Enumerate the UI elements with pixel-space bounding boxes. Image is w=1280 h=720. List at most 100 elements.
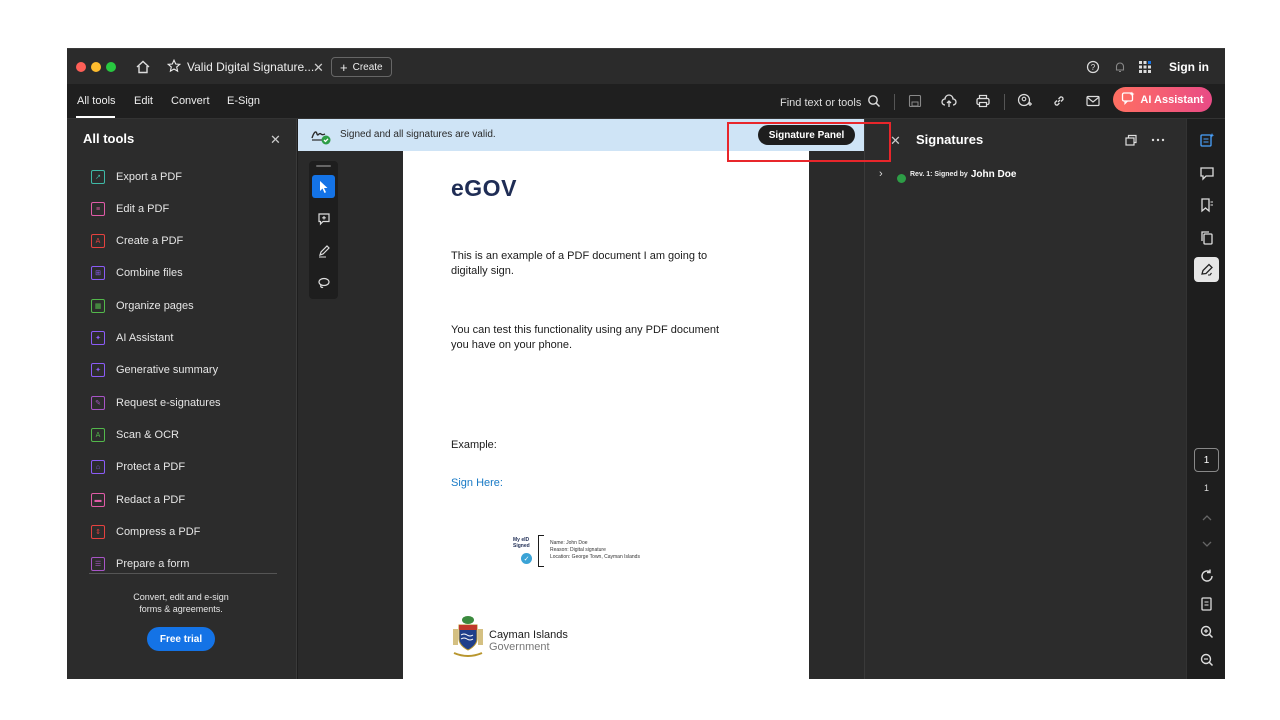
tool-create-pdf[interactable]: A Create a PDF xyxy=(91,231,183,251)
page-thumbnails-icon[interactable] xyxy=(1194,225,1219,250)
notification-bell-icon[interactable] xyxy=(1110,57,1130,77)
tool-request-esignatures[interactable]: ✎ Request e-signatures xyxy=(91,393,221,413)
signer-name: John Doe xyxy=(970,168,1017,180)
current-page-input[interactable]: 1 xyxy=(1194,448,1219,472)
chevron-right-icon[interactable]: › xyxy=(879,168,897,180)
zoom-in-icon[interactable] xyxy=(1194,619,1219,644)
lasso-icon[interactable] xyxy=(312,271,335,294)
page-up-icon[interactable] xyxy=(1194,505,1219,530)
tab-close-icon[interactable]: ✕ xyxy=(313,60,324,76)
signature-stamp[interactable]: My eID Signed ✓ Name: John Doe Reason: D… xyxy=(513,535,683,569)
save-icon[interactable] xyxy=(906,92,924,110)
cayman-government-logo: Cayman Islands Government xyxy=(451,615,611,663)
page-down-icon[interactable] xyxy=(1194,531,1219,556)
email-icon[interactable] xyxy=(1084,92,1102,110)
zoom-out-icon[interactable] xyxy=(1194,647,1219,672)
print-icon[interactable] xyxy=(974,92,992,110)
tool-protect-pdf[interactable]: ⌂ Protect a PDF xyxy=(91,457,185,477)
sign-in-link[interactable]: Sign in xyxy=(1169,60,1209,74)
prepare-form-icon: ☰ xyxy=(91,557,105,571)
draw-pen-icon[interactable] xyxy=(312,239,335,262)
tool-organize-pages[interactable]: ▦ Organize pages xyxy=(91,296,194,316)
rotate-icon[interactable] xyxy=(1194,563,1219,588)
plus-icon: + xyxy=(340,59,348,75)
close-window-button[interactable] xyxy=(76,62,86,72)
help-icon[interactable]: ? xyxy=(1083,57,1103,77)
create-tab-button[interactable]: + Create xyxy=(331,57,392,77)
toolbar-divider xyxy=(894,94,895,110)
tool-redact-pdf[interactable]: ▬ Redact a PDF xyxy=(91,490,185,510)
apps-grid-icon[interactable] xyxy=(1135,57,1155,77)
tool-label: Export a PDF xyxy=(116,171,183,183)
tool-generative-summary[interactable]: ✦ Generative summary xyxy=(91,360,218,380)
expand-all-icon[interactable] xyxy=(1122,131,1140,149)
signature-revision-row[interactable]: › Rev. 1: Signed by John Doe xyxy=(879,166,1017,183)
ai-summary-icon[interactable] xyxy=(1194,127,1219,152)
add-comment-icon[interactable] xyxy=(312,207,335,230)
sign-here-link[interactable]: Sign Here: xyxy=(451,477,503,489)
tool-label: Compress a PDF xyxy=(116,526,201,538)
panel-close-icon[interactable]: ✕ xyxy=(270,132,281,148)
tool-label: Combine files xyxy=(116,267,183,279)
comments-icon[interactable] xyxy=(1194,160,1219,185)
signatures-pen-icon[interactable] xyxy=(1194,257,1219,282)
acrobat-window: Valid Digital Signature... ✕ + Create ? … xyxy=(67,48,1225,679)
menu-convert[interactable]: Convert xyxy=(171,95,210,107)
fit-page-icon[interactable] xyxy=(1194,591,1219,616)
select-cursor-icon[interactable] xyxy=(312,175,335,198)
find-tools-button[interactable]: Find text or tools xyxy=(780,94,881,111)
coat-of-arms-icon xyxy=(451,615,485,659)
tool-scan-ocr[interactable]: A Scan & OCR xyxy=(91,425,179,445)
minimize-window-button[interactable] xyxy=(91,62,101,72)
tool-label: Scan & OCR xyxy=(116,429,179,441)
cayman-subtitle: Government xyxy=(489,641,550,653)
tool-export-pdf[interactable]: ↗ Export a PDF xyxy=(91,167,182,187)
maximize-window-button[interactable] xyxy=(106,62,116,72)
tool-ai-assistant[interactable]: ✦ AI Assistant xyxy=(91,328,173,348)
home-icon[interactable] xyxy=(133,57,153,77)
toolbar-drag-handle[interactable] xyxy=(316,165,331,167)
signatures-panel: ✕ Signatures › Rev. 1: Signed by John Do… xyxy=(864,119,1186,679)
tool-combine-files[interactable]: ⊞ Combine files xyxy=(91,263,183,283)
stamp-bracket xyxy=(538,535,544,567)
menu-edit[interactable]: Edit xyxy=(134,95,153,107)
tool-edit-pdf[interactable]: ≡ Edit a PDF xyxy=(91,199,169,219)
all-tools-panel: All tools ✕ ↗ Export a PDF ≡ Edit a PDF … xyxy=(67,119,297,679)
redact-pdf-icon: ▬ xyxy=(91,493,105,507)
more-options-icon[interactable] xyxy=(1149,131,1167,149)
banner-text: Signed and all signatures are valid. xyxy=(340,129,496,140)
share-user-icon[interactable] xyxy=(1016,92,1034,110)
ai-assistant-label: AI Assistant xyxy=(1140,93,1204,106)
tool-prepare-form[interactable]: ☰ Prepare a form xyxy=(91,554,189,574)
free-trial-button[interactable]: Free trial xyxy=(147,627,215,651)
tool-compress-pdf[interactable]: ⇕ Compress a PDF xyxy=(91,522,200,542)
promo-line: Convert, edit and e-sign xyxy=(133,592,229,602)
tool-label: Create a PDF xyxy=(116,235,184,247)
revision-label: Rev. 1: Signed by xyxy=(910,170,968,178)
egov-logo: eGOV xyxy=(451,175,517,201)
scan-ocr-icon: A xyxy=(91,428,105,442)
document-tab[interactable]: Valid Digital Signature... xyxy=(161,53,327,81)
upload-cloud-icon[interactable] xyxy=(940,92,958,110)
ai-assistant-icon xyxy=(1121,91,1135,108)
signature-valid-icon xyxy=(310,124,332,146)
tool-label: Organize pages xyxy=(116,300,194,312)
title-bar: Valid Digital Signature... ✕ + Create ? … xyxy=(67,48,1225,84)
link-icon[interactable] xyxy=(1050,92,1068,110)
ai-assistant-button[interactable]: AI Assistant xyxy=(1113,87,1212,112)
panel-title: All tools xyxy=(83,131,135,146)
tool-label: Redact a PDF xyxy=(116,494,186,506)
bookmarks-icon[interactable] xyxy=(1194,192,1219,217)
signatures-close-icon[interactable]: ✕ xyxy=(890,133,901,149)
paragraph-line: You can test this functionality using an… xyxy=(451,324,720,336)
create-label: Create xyxy=(352,61,383,73)
star-icon[interactable] xyxy=(166,58,182,76)
signatures-title: Signatures xyxy=(916,132,984,147)
menu-esign[interactable]: E-Sign xyxy=(227,95,260,107)
promo-line: forms & agreements. xyxy=(139,604,223,614)
menu-all-tools[interactable]: All tools xyxy=(77,95,116,107)
generative-summary-icon: ✦ xyxy=(91,363,105,377)
verified-check-icon: ✓ xyxy=(521,553,532,564)
toolbar-divider xyxy=(1004,94,1005,110)
compress-pdf-icon: ⇕ xyxy=(91,525,105,539)
